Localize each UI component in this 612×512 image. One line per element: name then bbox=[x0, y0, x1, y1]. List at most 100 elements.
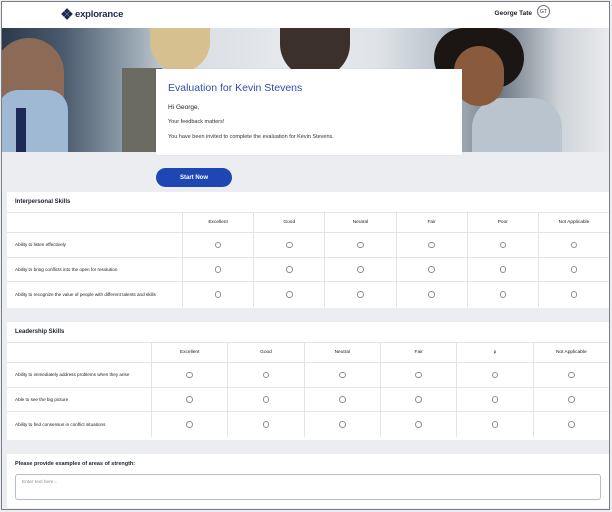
rating-radio[interactable] bbox=[428, 266, 435, 273]
grid-corner bbox=[7, 343, 152, 362]
rating-radio[interactable] bbox=[262, 396, 270, 403]
grid-cell bbox=[254, 257, 326, 281]
grid-cell bbox=[534, 412, 609, 437]
rating-radio[interactable] bbox=[286, 266, 293, 273]
rating-radio[interactable] bbox=[415, 421, 422, 428]
grid-header-row: Excellent Good Neutral Fair Poor Not App… bbox=[7, 213, 609, 233]
rating-radio[interactable] bbox=[428, 291, 435, 298]
grid-cell bbox=[228, 412, 305, 437]
grid-cell bbox=[468, 233, 539, 257]
rating-radio[interactable] bbox=[570, 291, 578, 298]
rating-grid: Excellent Good Neutral Fair p Not Applic… bbox=[7, 342, 609, 437]
rating-radio[interactable] bbox=[186, 371, 193, 378]
section-leadership-skills: Leadership Skills Excellent Good Neutral… bbox=[7, 322, 609, 440]
grid-corner bbox=[7, 213, 183, 232]
grid-cell bbox=[183, 233, 255, 257]
top-bar: explorance George Tate GT bbox=[2, 2, 609, 28]
grid-cell bbox=[305, 387, 381, 411]
table-row: Ability to recognize the value of people… bbox=[7, 282, 609, 307]
rating-radio[interactable] bbox=[262, 421, 270, 428]
column-header: Fair bbox=[381, 343, 458, 362]
hero-person-shape bbox=[472, 98, 562, 152]
section-title: Interpersonal Skills bbox=[15, 199, 71, 205]
grid-cell bbox=[183, 282, 255, 307]
row-label: Ability to recognize the value of people… bbox=[7, 282, 183, 307]
row-label: Ability to find consensus in conflict si… bbox=[7, 412, 152, 437]
table-row: Ability to find consensus in conflict si… bbox=[7, 412, 609, 437]
row-label: Ability to listen effectively bbox=[7, 233, 183, 257]
grid-cell bbox=[381, 363, 458, 387]
rating-radio[interactable] bbox=[286, 241, 293, 248]
rating-radio[interactable] bbox=[357, 241, 364, 248]
section-strengths: Please provide examples of areas of stre… bbox=[7, 454, 609, 508]
rating-radio[interactable] bbox=[491, 421, 499, 428]
rating-radio[interactable] bbox=[499, 241, 507, 248]
rating-radio[interactable] bbox=[570, 241, 578, 248]
column-header: Excellent bbox=[183, 213, 255, 232]
rating-radio[interactable] bbox=[415, 371, 422, 378]
start-now-button[interactable]: Start Now bbox=[156, 168, 232, 187]
grid-cell bbox=[397, 233, 468, 257]
grid-cell bbox=[381, 387, 458, 411]
logo-text: explorance bbox=[75, 8, 124, 20]
grid-header-row: Excellent Good Neutral Fair p Not Applic… bbox=[7, 343, 609, 363]
user-name[interactable]: George Tate bbox=[495, 10, 532, 17]
intro-line: Your feedback matters! bbox=[168, 119, 225, 125]
grid-cell bbox=[397, 257, 468, 281]
greeting-text: Hi George, bbox=[168, 104, 200, 111]
grid-cell bbox=[183, 257, 255, 281]
rating-radio[interactable] bbox=[568, 396, 575, 403]
rating-radio[interactable] bbox=[286, 291, 293, 298]
column-header: p bbox=[457, 343, 534, 362]
table-row: Ability to listen effectively bbox=[7, 233, 609, 258]
grid-cell bbox=[152, 387, 229, 411]
rating-radio[interactable] bbox=[570, 266, 578, 273]
grid-cell bbox=[534, 388, 609, 412]
rating-radio[interactable] bbox=[357, 291, 364, 298]
avatar[interactable]: GT bbox=[537, 5, 550, 18]
column-header: Good bbox=[254, 213, 326, 232]
rating-radio[interactable] bbox=[214, 241, 222, 248]
grid-cell bbox=[457, 387, 534, 411]
row-label: Able to see the big picture bbox=[7, 387, 152, 411]
column-header: Neutral bbox=[305, 343, 381, 362]
grid-cell bbox=[457, 363, 534, 387]
rating-radio[interactable] bbox=[357, 266, 364, 273]
rating-radio[interactable] bbox=[214, 291, 222, 298]
hero-person-shape bbox=[150, 28, 210, 72]
rating-radio[interactable] bbox=[339, 421, 346, 428]
rating-radio[interactable] bbox=[568, 371, 575, 378]
rating-radio[interactable] bbox=[415, 396, 422, 403]
rating-radio[interactable] bbox=[491, 371, 499, 378]
rating-radio[interactable] bbox=[428, 241, 435, 248]
grid-cell bbox=[325, 257, 397, 281]
page-title: Evaluation for Kevin Stevens bbox=[168, 82, 303, 94]
intro-card: Evaluation for Kevin Stevens Hi George, … bbox=[156, 69, 462, 155]
strengths-textarea[interactable] bbox=[15, 474, 601, 500]
section-title: Leadership Skills bbox=[15, 329, 65, 335]
grid-cell bbox=[325, 233, 397, 257]
hero-person-shape bbox=[2, 90, 68, 152]
grid-cell bbox=[534, 363, 609, 387]
rating-radio[interactable] bbox=[499, 266, 507, 273]
rating-radio[interactable] bbox=[499, 291, 507, 298]
table-row: Ability to bring conflicts into the open… bbox=[7, 257, 609, 282]
rating-radio[interactable] bbox=[186, 396, 193, 403]
rating-radio[interactable] bbox=[339, 396, 346, 403]
table-row: Ability to immediately address problems … bbox=[7, 363, 609, 388]
rating-radio[interactable] bbox=[568, 421, 575, 428]
row-label: Ability to immediately address problems … bbox=[7, 363, 152, 387]
grid-cell bbox=[539, 258, 609, 282]
rating-radio[interactable] bbox=[214, 266, 222, 273]
rating-radio[interactable] bbox=[186, 421, 193, 428]
grid-cell bbox=[325, 282, 397, 307]
column-header: Fair bbox=[397, 213, 468, 232]
rating-radio[interactable] bbox=[339, 371, 346, 378]
grid-cell bbox=[381, 412, 458, 437]
column-header: Not Applicable bbox=[555, 350, 587, 355]
question-label: Please provide examples of areas of stre… bbox=[15, 461, 136, 467]
grid-cell bbox=[152, 363, 229, 387]
rating-radio[interactable] bbox=[491, 396, 499, 403]
grid-cell bbox=[152, 412, 229, 437]
rating-radio[interactable] bbox=[262, 371, 270, 378]
